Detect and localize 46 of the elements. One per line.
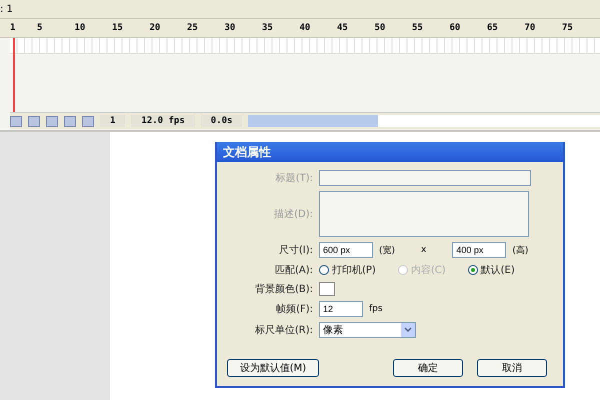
width-input[interactable]: 600 px — [319, 242, 373, 258]
unit-label: (宽) — [379, 244, 396, 256]
ruler-units-select[interactable]: 像素 — [319, 322, 416, 338]
frame-track[interactable] — [10, 38, 600, 54]
dialog-button[interactable]: 确定 — [393, 359, 463, 377]
frame-number: 15 — [112, 23, 124, 33]
frame-number: 55 — [412, 23, 424, 33]
current-frame: 1 — [100, 115, 126, 127]
unit-label: fps — [369, 304, 383, 314]
frame-number: 40 — [300, 23, 312, 33]
frame-number: 35 — [262, 23, 274, 33]
field-label: 帧频(F): — [275, 302, 313, 316]
frame-number: 70 — [524, 23, 536, 33]
field-label: 标题(T): — [274, 172, 313, 185]
frame-number: 20 — [150, 23, 162, 33]
radio-option[interactable]: 默认(E) — [468, 263, 515, 277]
frame-number: 45 — [337, 23, 349, 33]
times-sign: x — [421, 245, 426, 255]
field-label: 标尺单位(R): — [254, 324, 313, 337]
frame-number: 60 — [450, 23, 462, 33]
scene-label: : 1 — [0, 4, 13, 14]
frame-number: 50 — [374, 23, 386, 33]
field-label: 匹配(A): — [274, 264, 313, 277]
radio-option[interactable]: 打印机(P) — [319, 263, 376, 277]
frame-number: 1 — [10, 23, 16, 33]
frame-rate-input[interactable]: 12 — [319, 301, 363, 317]
elapsed-time: 0.0s — [200, 115, 242, 127]
description-input[interactable] — [319, 191, 529, 237]
dialog-button[interactable]: 设为默认值(M) — [227, 359, 319, 377]
dialog-button[interactable]: 取消 — [477, 359, 547, 377]
color-swatch[interactable] — [319, 282, 335, 296]
frame-number: 10 — [74, 23, 86, 33]
field-label: 尺寸(I): — [278, 244, 313, 257]
frame-number: 65 — [487, 23, 499, 33]
field-label: 背景颜色(B): — [254, 282, 313, 296]
height-input[interactable]: 400 px — [452, 242, 506, 258]
scrollbar[interactable] — [248, 115, 600, 127]
field-label: 描述(D): — [273, 208, 313, 221]
frame-rate: 12.0 fps — [131, 115, 195, 127]
frame-number: 5 — [37, 23, 44, 33]
frame-number: 75 — [562, 23, 574, 33]
frame-number: 30 — [224, 23, 236, 33]
frame-number: 25 — [187, 23, 199, 33]
dialog-title: 文档属性 — [217, 142, 563, 162]
title-input[interactable] — [319, 170, 531, 186]
unit-label: (高) — [512, 244, 528, 256]
